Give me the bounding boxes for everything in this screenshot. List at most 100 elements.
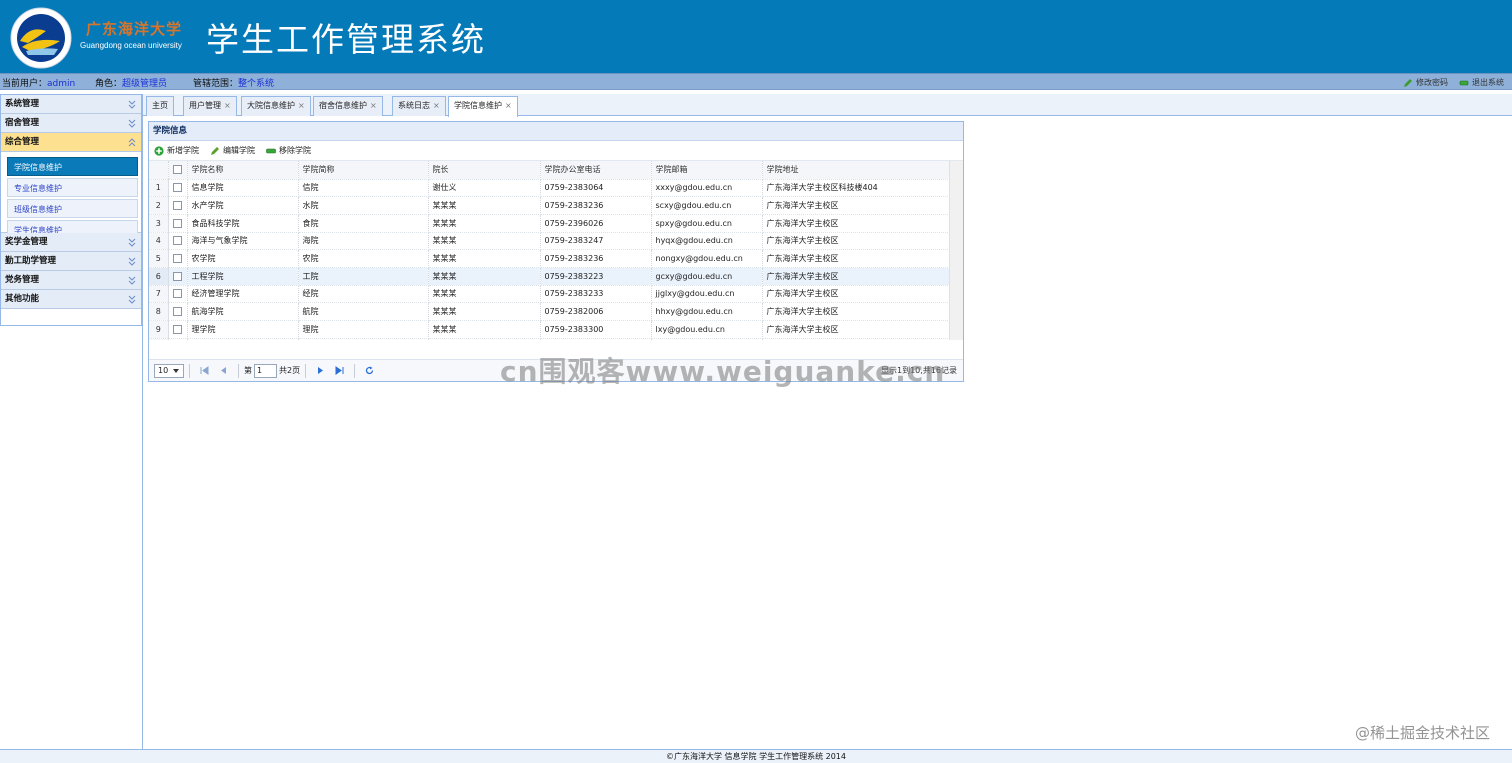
dean: 某某某 <box>428 196 541 215</box>
table-row[interactable]: 9 理学院 理院 某某某 0759-2383300 lxy@gdou.edu.cn 广东海洋… <box>149 320 950 339</box>
college-name: 信息学院 <box>187 179 299 198</box>
sidebar-item-class-info[interactable]: 班级信息维护 <box>7 199 138 218</box>
col-header-short-name[interactable]: 学院简称 <box>298 161 429 180</box>
row-checkbox[interactable] <box>168 320 188 339</box>
tab-system-log[interactable]: 系统日志 × <box>392 96 446 116</box>
page-size-select[interactable]: 10 <box>154 363 184 378</box>
change-password-link[interactable]: 修改密码 <box>1403 77 1448 88</box>
table-row[interactable]: 5 农学院 农院 某某某 0759-2383236 nongxy@gdou.edu.cn 广… <box>149 249 950 268</box>
table-row[interactable]: 6 工程学院 工院 某某某 0759-2383223 gcxy@gdou.edu.cn 广东… <box>149 267 950 286</box>
sidebar-group-scholarship[interactable]: 奖学金管理 <box>1 233 141 252</box>
sidebar-item-major-info[interactable]: 专业信息维护 <box>7 178 138 197</box>
col-header-phone[interactable]: 学院办公室电话 <box>540 161 652 180</box>
checkbox[interactable] <box>173 324 182 334</box>
college-name: 工程学院 <box>187 267 299 286</box>
select-all-checkbox[interactable] <box>168 161 188 180</box>
sidebar-group-party[interactable]: 党务管理 <box>1 271 141 290</box>
row-checkbox[interactable] <box>168 196 188 215</box>
university-name-en: Guangdong ocean university <box>80 41 182 50</box>
close-icon[interactable]: × <box>370 101 377 110</box>
row-checkbox[interactable] <box>168 214 188 233</box>
office-phone: 0759-2383236 <box>540 249 652 268</box>
page-number-input[interactable]: 1 <box>254 363 277 378</box>
refresh-icon[interactable] <box>365 366 374 375</box>
table-row[interactable]: 3 食品科技学院 食院 某某某 0759-2396026 spxy@gdou.edu.cn… <box>149 214 950 233</box>
sidebar-group-comprehensive[interactable]: 综合管理 <box>1 133 141 152</box>
next-page-icon[interactable] <box>316 366 325 375</box>
dean: 某某某 <box>428 214 541 233</box>
college-email: scxy@gdou.edu.cn <box>651 196 763 215</box>
tab-college-info[interactable]: 学院信息维护 × <box>448 96 518 117</box>
chevron-down-icon <box>128 238 136 247</box>
tab-dormitory-info[interactable]: 宿舍信息维护 × <box>313 96 383 116</box>
sidebar-group-system[interactable]: 系统管理 <box>1 95 141 114</box>
row-checkbox[interactable] <box>168 302 188 321</box>
col-header-email[interactable]: 学院邮箱 <box>651 161 763 180</box>
row-checkbox[interactable] <box>168 179 188 198</box>
tab-home[interactable]: 主页 <box>146 96 174 116</box>
logout-link[interactable]: 退出系统 <box>1459 77 1504 88</box>
add-college-button[interactable]: 新增学院 <box>154 145 199 156</box>
table-row[interactable]: 4 海洋与气象学院 海院 某某某 0759-2383247 hyqx@gdou.edu.c… <box>149 232 950 251</box>
checkbox[interactable] <box>173 289 182 299</box>
checkbox[interactable] <box>173 201 182 211</box>
table-row[interactable]: 10 外国语学院外院某某某0759-2383301waiyx@gdou.edu.c… <box>149 338 950 340</box>
add-icon <box>154 145 164 156</box>
sidebar-group-body: 学院信息维护 专业信息维护 班级信息维护 学生信息维护 <box>1 152 141 239</box>
tab-campus-info[interactable]: 大院信息维护 × <box>241 96 311 116</box>
row-checkbox[interactable] <box>168 267 188 286</box>
row-checkbox[interactable] <box>168 249 188 268</box>
col-header-address[interactable]: 学院地址 <box>762 161 950 180</box>
table-row[interactable]: 1 信息学院 信院 谢仕义 0759-2383064 xxxy@gdou.edu.cn 广东… <box>149 179 950 198</box>
college-email: nongxy@gdou.edu.cn <box>651 249 763 268</box>
checkbox[interactable] <box>173 254 182 264</box>
close-icon[interactable]: × <box>298 101 305 110</box>
prev-page-icon[interactable] <box>219 366 228 375</box>
sidebar-group-other[interactable]: 其他功能 <box>1 290 141 309</box>
checkbox[interactable] <box>173 307 182 317</box>
checkbox[interactable] <box>173 236 182 246</box>
vertical-scrollbar[interactable] <box>949 161 963 340</box>
dean: 某某某 <box>428 267 541 286</box>
college-address: 广东海洋大学主校区 <box>762 338 950 340</box>
chevron-down-icon <box>128 276 136 285</box>
dean: 某某某 <box>428 338 541 340</box>
college-short-name: 信院 <box>298 179 429 198</box>
college-short-name: 海院 <box>298 232 429 251</box>
sidebar-group-work-study[interactable]: 勤工助学管理 <box>1 252 141 271</box>
close-icon[interactable]: × <box>433 101 440 110</box>
first-page-icon[interactable] <box>200 366 209 375</box>
app-header: 广东海洋大学 Guangdong ocean university 学生工作管理… <box>0 0 1512 73</box>
checkbox[interactable] <box>173 271 182 281</box>
remove-college-button[interactable]: 移除学院 <box>266 145 311 156</box>
sidebar-item-college-info[interactable]: 学院信息维护 <box>7 157 138 176</box>
college-name: 外国语学院 <box>187 338 299 340</box>
college-name: 经济管理学院 <box>187 285 299 304</box>
checkbox[interactable] <box>173 183 182 193</box>
row-checkbox[interactable] <box>168 338 188 340</box>
college-email: gcxy@gdou.edu.cn <box>651 267 763 286</box>
college-email: xxxy@gdou.edu.cn <box>651 179 763 198</box>
last-page-icon[interactable] <box>335 366 344 375</box>
table-row[interactable]: 8 航海学院 航院 某某某 0759-2382006 hhxy@gdou.edu.cn 广东… <box>149 302 950 321</box>
checkbox[interactable] <box>173 218 182 228</box>
row-checkbox[interactable] <box>168 285 188 304</box>
college-short-name: 外院 <box>298 338 429 340</box>
college-short-name: 食院 <box>298 214 429 233</box>
college-address: 广东海洋大学主校区 <box>762 249 950 268</box>
close-icon[interactable]: × <box>505 101 512 110</box>
row-number: 3 <box>149 214 169 233</box>
edit-college-button[interactable]: 编辑学院 <box>210 145 255 156</box>
tab-user-management[interactable]: 用户管理 × <box>183 96 237 116</box>
college-short-name: 水院 <box>298 196 429 215</box>
dean: 某某某 <box>428 232 541 251</box>
close-icon[interactable]: × <box>224 101 231 110</box>
row-checkbox[interactable] <box>168 232 188 251</box>
college-address: 广东海洋大学主校区 <box>762 267 950 286</box>
col-header-name[interactable]: 学院名称 <box>187 161 299 180</box>
sidebar-group-dormitory[interactable]: 宿舍管理 <box>1 114 141 133</box>
col-header-dean[interactable]: 院长 <box>428 161 541 180</box>
table-row[interactable]: 7 经济管理学院 经院 某某某 0759-2383233 jjglxy@gdou.edu.… <box>149 285 950 304</box>
dean: 某某某 <box>428 320 541 339</box>
table-row[interactable]: 2 水产学院 水院 某某某 0759-2383236 scxy@gdou.edu.cn 广东… <box>149 196 950 215</box>
